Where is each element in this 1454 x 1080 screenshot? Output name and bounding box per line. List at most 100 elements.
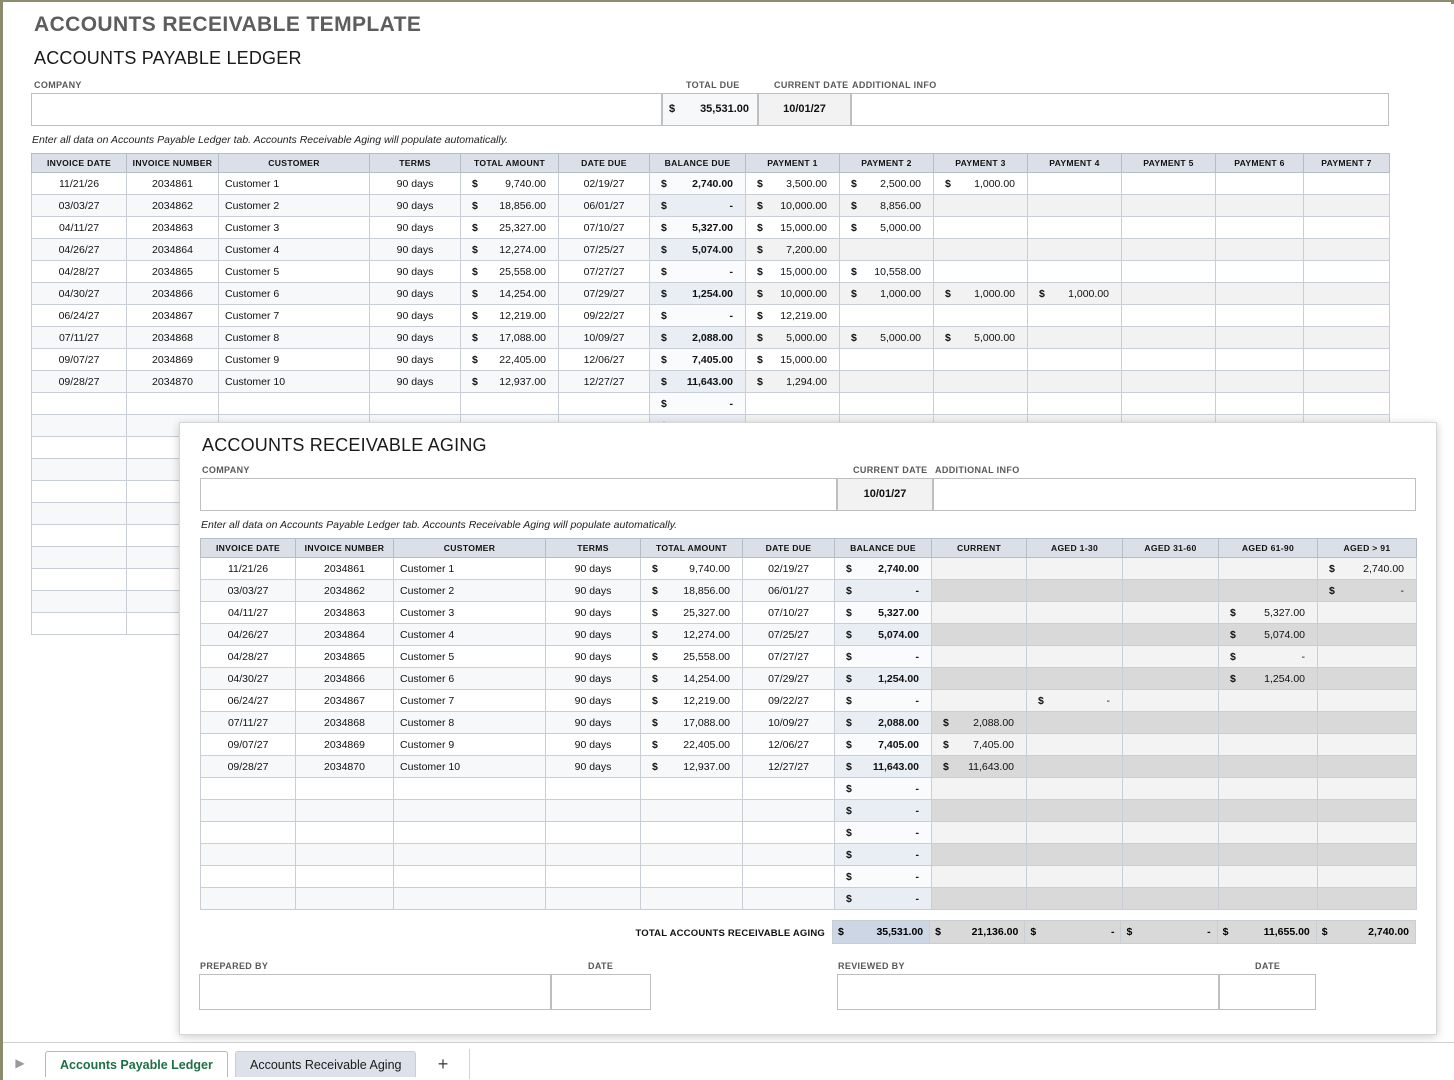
table-cell[interactable] xyxy=(640,865,743,888)
table-cell[interactable] xyxy=(1027,172,1122,195)
table-cell[interactable]: 90 days xyxy=(369,194,461,217)
table-cell[interactable] xyxy=(742,777,835,800)
reviewed-date-input[interactable] xyxy=(1219,974,1316,1010)
table-cell[interactable] xyxy=(933,238,1028,261)
table-cell[interactable]: $25,558.00 xyxy=(640,645,743,668)
table-cell[interactable] xyxy=(1026,601,1123,624)
table-cell[interactable] xyxy=(1121,370,1216,393)
table-cell[interactable]: $18,856.00 xyxy=(640,579,743,602)
table-cell[interactable] xyxy=(200,843,296,866)
table-cell[interactable]: 07/27/27 xyxy=(558,260,650,283)
table-cell[interactable] xyxy=(126,392,219,415)
table-cell[interactable] xyxy=(1026,777,1123,800)
table-cell[interactable]: 90 days xyxy=(369,370,461,393)
table-cell[interactable]: 90 days xyxy=(369,216,461,239)
table-cell[interactable] xyxy=(1121,194,1216,217)
table-cell[interactable]: $5,000.00 xyxy=(745,326,840,349)
ar-additional-info-input[interactable] xyxy=(933,478,1416,511)
table-cell[interactable] xyxy=(1215,282,1304,305)
table-cell[interactable]: $18,856.00 xyxy=(460,194,559,217)
table-cell[interactable] xyxy=(1027,370,1122,393)
table-cell[interactable] xyxy=(933,216,1028,239)
table-cell[interactable]: 07/27/27 xyxy=(742,645,835,668)
table-cell[interactable]: $- xyxy=(834,689,932,712)
table-cell[interactable]: 06/24/27 xyxy=(200,689,296,712)
table-cell[interactable]: $- xyxy=(649,304,746,327)
table-cell[interactable] xyxy=(1303,348,1390,371)
table-cell[interactable] xyxy=(393,887,546,910)
table-cell[interactable]: 2034869 xyxy=(295,733,394,756)
table-cell[interactable]: $2,500.00 xyxy=(839,172,934,195)
table-cell[interactable] xyxy=(1026,667,1123,690)
table-cell[interactable]: Customer 1 xyxy=(393,557,546,580)
table-cell[interactable] xyxy=(1122,689,1219,712)
table-cell[interactable]: 09/28/27 xyxy=(31,370,127,393)
table-cell[interactable]: 90 days xyxy=(545,601,641,624)
table-cell[interactable]: Customer 8 xyxy=(218,326,370,349)
table-cell[interactable] xyxy=(1121,216,1216,239)
table-cell[interactable] xyxy=(1218,711,1318,734)
table-cell[interactable] xyxy=(1303,282,1390,305)
table-cell[interactable] xyxy=(839,392,934,415)
table-row[interactable]: 04/28/27 2034865 Customer 5 90 days $25,558.… xyxy=(200,645,1417,668)
table-cell[interactable] xyxy=(931,623,1027,646)
accounts-receivable-aging-table[interactable]: INVOICE DATE INVOICE NUMBER CUSTOMER TERMS T… xyxy=(200,538,1417,910)
table-cell[interactable] xyxy=(640,777,743,800)
table-cell[interactable]: Customer 5 xyxy=(393,645,546,668)
table-cell[interactable]: Customer 4 xyxy=(393,623,546,646)
table-cell[interactable]: Customer 10 xyxy=(218,370,370,393)
table-cell[interactable] xyxy=(1317,843,1417,866)
table-cell[interactable] xyxy=(1027,260,1122,283)
table-cell[interactable]: $22,405.00 xyxy=(460,348,559,371)
table-cell[interactable] xyxy=(931,843,1027,866)
table-cell[interactable] xyxy=(393,821,546,844)
table-cell[interactable] xyxy=(742,799,835,822)
table-cell[interactable] xyxy=(393,799,546,822)
table-cell[interactable]: $9,740.00 xyxy=(640,557,743,580)
table-cell[interactable]: $5,327.00 xyxy=(649,216,746,239)
table-cell[interactable]: Customer 3 xyxy=(218,216,370,239)
table-cell[interactable] xyxy=(640,799,743,822)
table-cell[interactable]: $12,937.00 xyxy=(640,755,743,778)
table-cell[interactable]: Customer 4 xyxy=(218,238,370,261)
table-cell[interactable]: 2034869 xyxy=(126,348,219,371)
table-cell[interactable] xyxy=(1027,238,1122,261)
table-row[interactable]: 04/11/27 2034863 Customer 3 90 days $25,327.… xyxy=(31,216,1390,239)
table-cell[interactable]: $- xyxy=(649,194,746,217)
table-cell[interactable] xyxy=(1303,260,1390,283)
table-cell[interactable] xyxy=(931,777,1027,800)
table-cell[interactable]: Customer 9 xyxy=(218,348,370,371)
table-cell[interactable]: $17,088.00 xyxy=(640,711,743,734)
table-cell[interactable] xyxy=(1026,755,1123,778)
table-cell[interactable]: 2034866 xyxy=(295,667,394,690)
table-cell[interactable] xyxy=(218,392,370,415)
table-cell[interactable]: Customer 8 xyxy=(393,711,546,734)
table-row[interactable]: 03/03/27 2034862 Customer 2 90 days $18,856.… xyxy=(31,194,1390,217)
company-input[interactable] xyxy=(31,93,662,126)
table-cell[interactable]: $5,000.00 xyxy=(933,326,1028,349)
table-cell[interactable] xyxy=(1121,348,1216,371)
table-cell[interactable] xyxy=(1122,755,1219,778)
table-cell[interactable]: $12,219.00 xyxy=(640,689,743,712)
table-cell[interactable] xyxy=(1026,799,1123,822)
table-cell[interactable]: 07/11/27 xyxy=(31,326,127,349)
table-cell[interactable] xyxy=(1317,711,1417,734)
table-cell[interactable]: 2034862 xyxy=(126,194,219,217)
table-cell[interactable]: 09/22/27 xyxy=(558,304,650,327)
table-cell[interactable]: $1,254.00 xyxy=(1218,667,1318,690)
table-cell[interactable] xyxy=(1303,216,1390,239)
table-cell[interactable]: 2034865 xyxy=(126,260,219,283)
table-cell[interactable]: 04/26/27 xyxy=(31,238,127,261)
table-cell[interactable]: 90 days xyxy=(369,260,461,283)
table-cell[interactable] xyxy=(931,601,1027,624)
table-cell[interactable] xyxy=(1215,194,1304,217)
table-cell[interactable] xyxy=(295,777,394,800)
table-cell[interactable]: 06/01/27 xyxy=(742,579,835,602)
table-cell[interactable]: 07/10/27 xyxy=(558,216,650,239)
table-cell[interactable] xyxy=(545,799,641,822)
table-cell[interactable]: $15,000.00 xyxy=(745,216,840,239)
table-cell[interactable] xyxy=(1122,711,1219,734)
table-cell[interactable] xyxy=(545,777,641,800)
table-cell[interactable] xyxy=(931,887,1027,910)
table-cell[interactable] xyxy=(1026,623,1123,646)
